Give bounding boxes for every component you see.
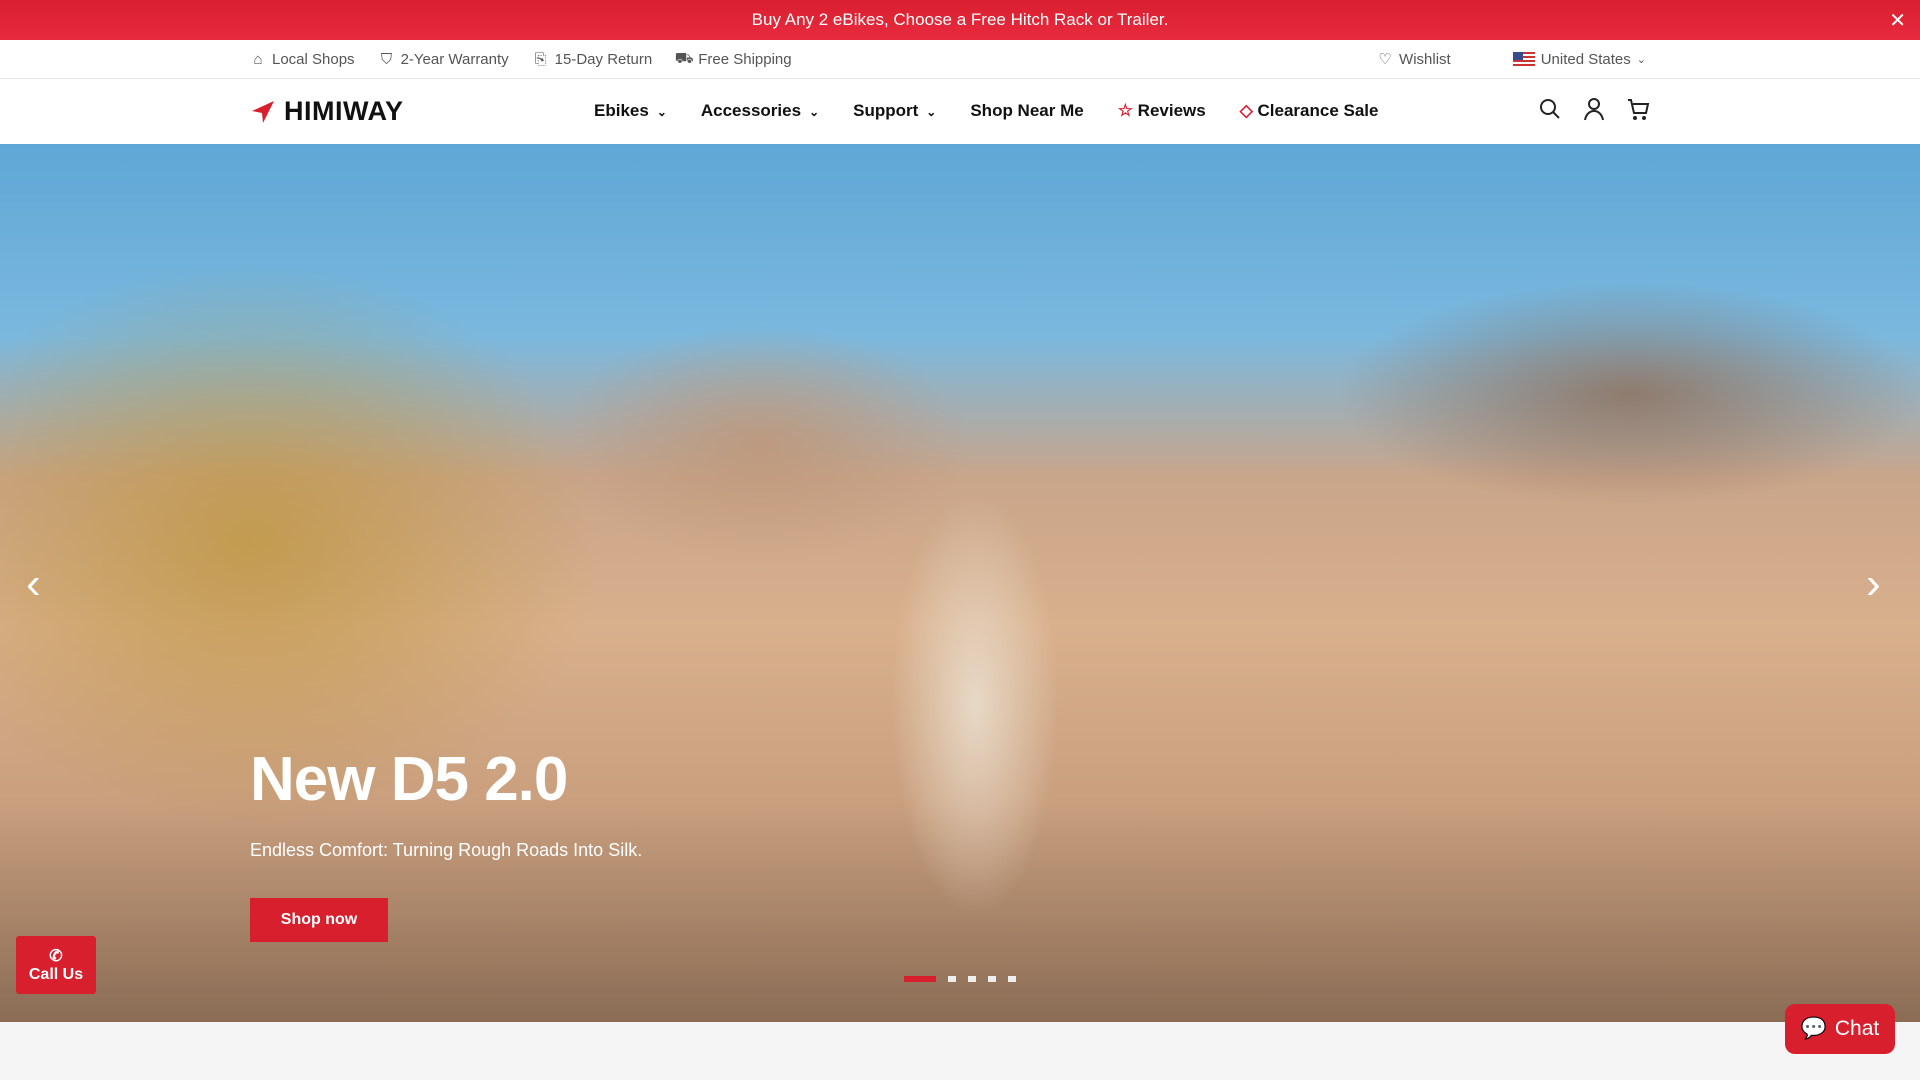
nav-ebikes[interactable]: Ebikes ⌄ [594, 101, 667, 121]
label: Chat [1834, 1017, 1880, 1040]
label: Ebikes [594, 101, 649, 120]
local-shops-link[interactable]: ⌂ Local Shops [250, 50, 355, 68]
label: Shop Near Me [970, 101, 1084, 120]
slide-dot[interactable] [904, 976, 936, 982]
label: Call Us [28, 966, 84, 983]
wishlist-link[interactable]: ♡ Wishlist [1377, 50, 1451, 69]
cart-icon[interactable] [1626, 97, 1650, 121]
promo-banner: Buy Any 2 eBikes, Choose a Free Hitch Ra… [0, 0, 1920, 40]
promo-text[interactable]: Buy Any 2 eBikes, Choose a Free Hitch Ra… [752, 10, 1169, 30]
logo-icon [252, 100, 274, 123]
top-bar: ⌂ Local Shops ⛉ 2-Year Warranty ⎘ 15-Day Re… [0, 40, 1920, 79]
prev-slide-icon[interactable]: ‹ [26, 559, 41, 609]
close-icon[interactable]: ✕ [1889, 8, 1906, 33]
return-icon: ⎘ [534, 50, 547, 68]
truck-icon: ⛟ [674, 49, 694, 67]
hero-carousel: New D5 2.0 Endless Comfort: Turning Roug… [0, 144, 1920, 1022]
hero-title: New D5 2.0 [250, 745, 568, 814]
label: 2-Year Warranty [400, 50, 509, 68]
label: Support [853, 101, 919, 120]
shield-icon: ⛉ [380, 50, 393, 68]
nav-accessories[interactable]: Accessories ⌄ [701, 101, 819, 121]
slide-dot[interactable] [968, 976, 976, 982]
chat-icon: 💬 [1800, 1017, 1827, 1040]
logo[interactable]: HIMIWAY [250, 96, 404, 127]
slide-dot[interactable] [1008, 976, 1016, 982]
label: Reviews [1137, 101, 1206, 120]
shop-now-button[interactable]: Shop now [250, 898, 388, 942]
nav-support[interactable]: Support ⌄ [853, 101, 936, 121]
logo-text: HIMIWAY [284, 96, 404, 126]
label: Local Shops [272, 50, 355, 68]
nav-shop-near-me[interactable]: Shop Near Me [970, 101, 1083, 121]
hero-subtitle: Endless Comfort: Turning Rough Roads Int… [250, 840, 643, 860]
shipping-link[interactable]: ⛟ Free Shipping [674, 49, 792, 68]
us-flag-icon [1512, 51, 1535, 67]
phone-icon: ✆ [49, 948, 63, 965]
label: Clearance Sale [1257, 101, 1379, 120]
chevron-down-icon: ⌄ [656, 105, 667, 119]
call-us-button[interactable]: ✆ Call Us [16, 936, 96, 994]
return-link[interactable]: ⎘ 15-Day Return [533, 51, 653, 68]
nav-clearance-sale[interactable]: ◇ Clearance Sale [1240, 101, 1379, 121]
label: Accessories [700, 101, 802, 120]
warranty-link[interactable]: ⛉ 2-Year Warranty [379, 51, 509, 68]
account-icon[interactable] [1582, 97, 1606, 121]
slide-dot[interactable] [948, 976, 956, 982]
star-icon: ☆ [1117, 101, 1138, 120]
store-icon: ⌂ [253, 50, 263, 68]
next-slide-icon[interactable]: › [1866, 559, 1881, 609]
heart-icon: ♡ [1378, 51, 1392, 68]
chat-button[interactable]: 💬 Chat [1785, 1004, 1895, 1054]
label: Wishlist [1399, 50, 1451, 68]
country-selector[interactable]: United States ⌄ [1512, 50, 1646, 68]
main-nav: HIMIWAY Ebikes ⌄ Accessories ⌄ Support ⌄ Sh… [0, 79, 1920, 144]
slide-dot[interactable] [988, 976, 996, 982]
carousel-dots [904, 976, 1016, 982]
tag-icon: ◇ [1239, 101, 1258, 120]
label: 15-Day Return [554, 50, 653, 68]
chevron-down-icon: ⌄ [1636, 53, 1646, 66]
chevron-down-icon: ⌄ [809, 105, 820, 119]
search-icon[interactable] [1538, 97, 1562, 121]
chevron-down-icon: ⌄ [926, 105, 937, 119]
label: Free Shipping [698, 50, 792, 68]
nav-reviews[interactable]: ☆ Reviews [1118, 101, 1206, 121]
label: United States [1540, 50, 1631, 68]
